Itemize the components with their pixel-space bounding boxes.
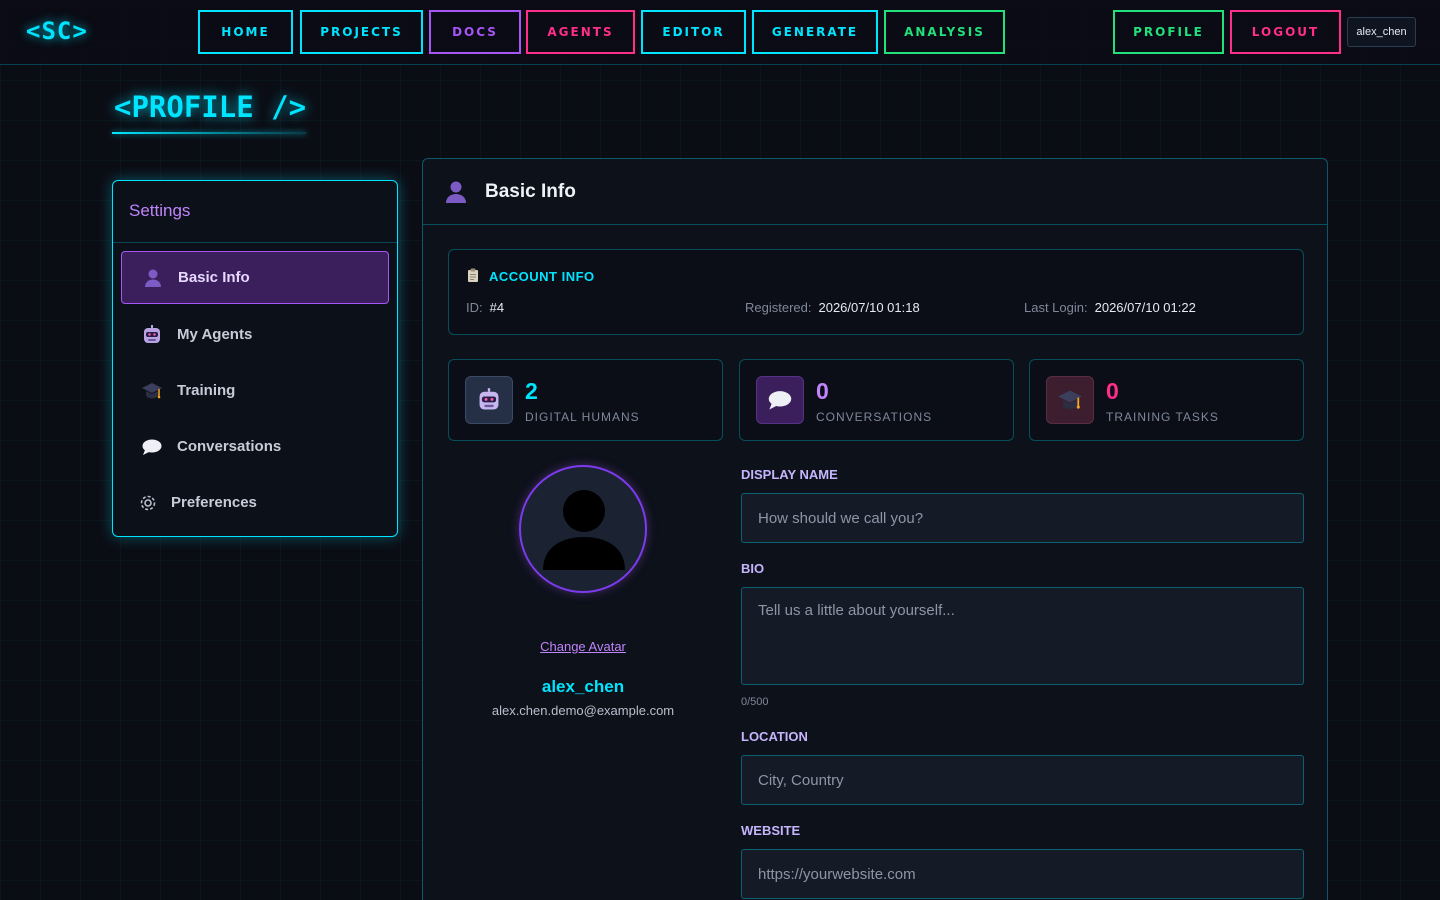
graduation-cap-icon: [1046, 376, 1094, 424]
account-info-card: ACCOUNT INFO ID: #4 Registered: 2026/07/10…: [448, 249, 1304, 335]
account-registered: Registered: 2026/07/10 01:18: [745, 300, 920, 315]
nav-profile[interactable]: PROFILE: [1113, 10, 1224, 54]
stat-digital-humans: 2 DIGITAL HUMANS: [448, 359, 723, 441]
user-icon: [142, 267, 164, 289]
sidebar-item-label: Training: [177, 382, 236, 399]
robot-icon: [141, 324, 163, 346]
nav-analysis[interactable]: ANALYSIS: [884, 10, 1005, 54]
bio-textarea[interactable]: [741, 587, 1304, 685]
sidebar-item-preferences[interactable]: Preferences: [121, 476, 389, 529]
sidebar-item-training[interactable]: Training: [121, 364, 389, 417]
bio-char-counter: 0/500: [741, 696, 769, 708]
last-login-label: Last Login:: [1024, 300, 1088, 315]
website-label: WEBSITE: [741, 823, 801, 838]
registered-value: 2026/07/10 01:18: [818, 300, 920, 315]
panel-title: Basic Info: [485, 181, 576, 202]
logout-button[interactable]: LOGOUT: [1230, 10, 1341, 54]
sidebar-item-conversations[interactable]: Conversations: [121, 420, 389, 473]
sidebar-item-label: My Agents: [177, 326, 253, 343]
nav-agents[interactable]: AGENTS: [526, 10, 635, 54]
basic-info-panel: Basic Info ACCOUNT INFO ID: #4 Registered…: [422, 158, 1328, 900]
title-underline: [112, 132, 306, 134]
account-last-login: Last Login: 2026/07/10 01:22: [1024, 300, 1196, 315]
profile-username: alex_chen: [541, 677, 625, 696]
stat-label: TRAINING TASKS: [1106, 410, 1219, 424]
panel-header: Basic Info: [423, 159, 1327, 225]
change-avatar-link[interactable]: Change Avatar: [423, 639, 743, 654]
stat-value: 0: [1106, 378, 1119, 404]
sidebar-item-basic-info[interactable]: Basic Info: [121, 251, 389, 304]
avatar[interactable]: [519, 465, 647, 593]
nav-editor[interactable]: EDITOR: [641, 10, 746, 54]
stat-label: DIGITAL HUMANS: [525, 410, 640, 424]
sidebar-item-label: Conversations: [177, 438, 282, 455]
logo[interactable]: <SC>: [26, 17, 88, 45]
display-name-label: DISPLAY NAME: [741, 467, 838, 482]
sidebar-item-label: Preferences: [171, 494, 257, 511]
graduation-cap-icon: [141, 380, 163, 402]
registered-label: Registered:: [745, 300, 812, 315]
default-avatar-icon: [543, 490, 625, 570]
sidebar-item-my-agents[interactable]: My Agents: [121, 308, 389, 361]
last-login-value: 2026/07/10 01:22: [1094, 300, 1196, 315]
chat-bubble-icon: [756, 376, 804, 424]
display-name-input[interactable]: [741, 493, 1304, 543]
settings-sidebar: Settings Basic Info My Agents Training C…: [112, 180, 398, 537]
robot-icon: [465, 376, 513, 424]
profile-email: alex.chen.demo@example.com: [491, 703, 675, 718]
sidebar-title: Settings: [129, 201, 191, 220]
chat-bubble-icon: [141, 436, 163, 458]
account-id-label: ID:: [466, 300, 483, 315]
account-info-title: ACCOUNT INFO: [489, 269, 595, 284]
stat-training-tasks: 0 TRAINING TASKS: [1029, 359, 1304, 441]
website-input[interactable]: [741, 849, 1304, 899]
sidebar-divider: [113, 242, 397, 243]
page-title: <PROFILE />: [114, 90, 307, 124]
sidebar-item-label: Basic Info: [178, 269, 250, 286]
stat-value: 0: [816, 378, 829, 404]
stat-value: 2: [525, 378, 538, 404]
bio-label: BIO: [741, 561, 765, 576]
stat-label: CONVERSATIONS: [816, 410, 933, 424]
location-input[interactable]: [741, 755, 1304, 805]
account-id-value: #4: [489, 300, 505, 315]
location-label: LOCATION: [741, 729, 808, 744]
stat-conversations: 0 CONVERSATIONS: [739, 359, 1014, 441]
nav-generate[interactable]: GENERATE: [752, 10, 878, 54]
nav-projects[interactable]: PROJECTS: [300, 10, 423, 54]
nav-docs[interactable]: DOCS: [429, 10, 521, 54]
nav-home[interactable]: HOME: [198, 10, 293, 54]
top-nav: <SC> HOME PROJECTS DOCS AGENTS EDITOR GE…: [0, 0, 1440, 65]
account-info-heading: ACCOUNT INFO: [467, 267, 595, 286]
gear-icon: [137, 492, 159, 514]
account-id: ID: #4: [466, 300, 504, 315]
user-icon: [445, 180, 467, 208]
clipboard-icon: [467, 267, 479, 286]
user-menu[interactable]: alex_chen: [1347, 17, 1416, 47]
